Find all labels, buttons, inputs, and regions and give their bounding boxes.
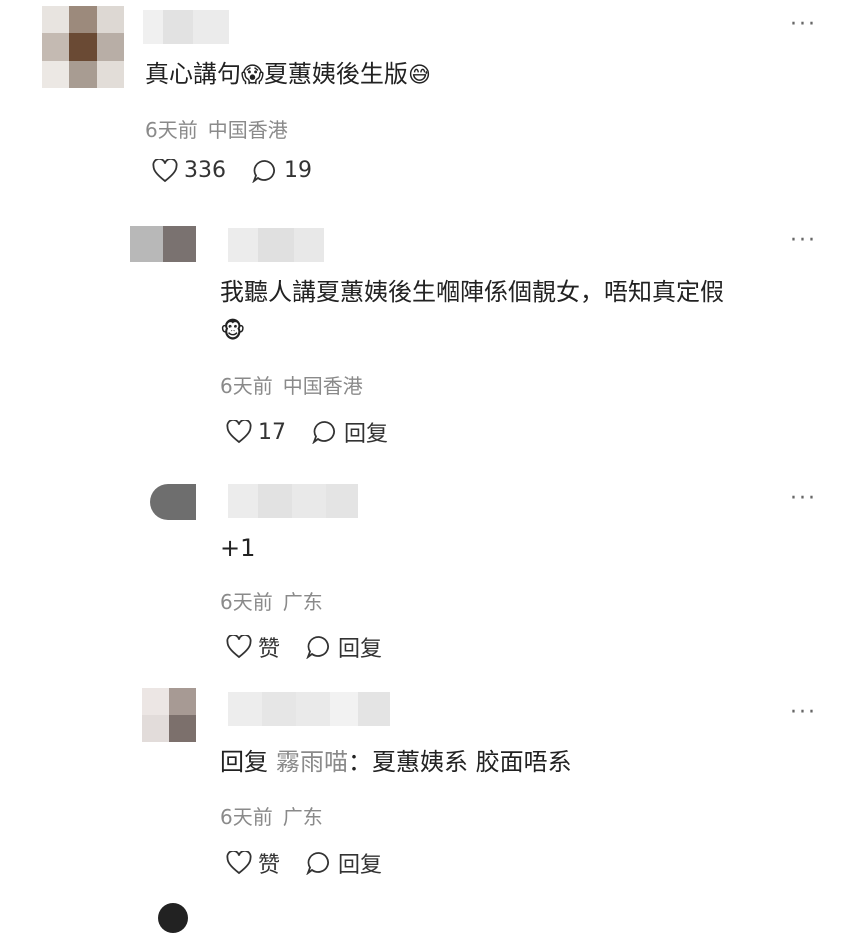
reply-button[interactable]: 回复 — [306, 631, 382, 663]
username[interactable] — [228, 692, 390, 726]
comment-emoji: 🐵 — [220, 312, 245, 350]
comment-bubble-icon — [252, 159, 275, 183]
monkey-emoji-icon: 🐵 — [220, 319, 246, 344]
scream-emoji-icon: 😱 — [241, 63, 264, 88]
comment-button[interactable]: 19 — [252, 158, 312, 183]
more-options-icon[interactable]: ··· — [790, 488, 817, 510]
like-button[interactable]: 336 — [152, 158, 226, 183]
comment-actions: 17 回复 — [226, 416, 388, 448]
location: 中国香港 — [207, 118, 288, 142]
reply-button[interactable]: 回复 — [312, 416, 388, 448]
comment-meta: 6天前 中国香港 — [220, 370, 363, 399]
sweat-smile-emoji-icon: 😅 — [407, 63, 431, 88]
avatar[interactable] — [150, 484, 196, 520]
username[interactable] — [228, 228, 324, 262]
heart-icon — [152, 158, 178, 182]
heart-icon — [226, 635, 252, 659]
avatar[interactable] — [158, 903, 188, 933]
reply-label: 回复 — [338, 853, 383, 878]
location: 中国香港 — [282, 374, 363, 398]
comment-meta: 6天前 广东 — [220, 801, 323, 830]
location: 广东 — [282, 590, 323, 614]
like-label: 赞 — [258, 853, 281, 878]
comment-bubble-icon — [306, 636, 329, 659]
like-button[interactable]: 17 — [226, 420, 286, 445]
timestamp: 6天前 — [220, 374, 273, 398]
comment-text: 我聽人講夏蕙姨後生嗰陣係個靚女，唔知真定假 — [220, 278, 724, 306]
comment-bubble-icon — [306, 852, 329, 875]
heart-icon — [226, 420, 252, 444]
comment-meta: 6天前 广东 — [220, 586, 323, 615]
reply-to-username[interactable]: 霧雨喵 — [276, 748, 348, 776]
comment-actions: 赞 回复 — [226, 847, 382, 879]
comment-text: 回复 霧雨喵：夏蕙姨系 胶面唔系 — [220, 748, 572, 776]
timestamp: 6天前 — [220, 590, 273, 614]
more-options-icon[interactable]: ··· — [790, 14, 817, 36]
comment-actions: 赞 回复 — [226, 631, 382, 663]
comment-bubble-icon — [312, 421, 335, 444]
heart-icon — [226, 851, 252, 875]
reply-button[interactable]: 回复 — [306, 847, 382, 879]
timestamp: 6天前 — [145, 118, 198, 142]
username[interactable] — [143, 10, 229, 44]
comment-actions: 336 19 — [152, 158, 312, 183]
username[interactable] — [228, 484, 358, 518]
comment-meta: 6天前 中国香港 — [145, 114, 288, 143]
comment-text: +1 — [220, 534, 256, 562]
avatar[interactable] — [130, 226, 196, 262]
avatar[interactable] — [142, 688, 196, 742]
more-options-icon[interactable]: ··· — [790, 702, 817, 724]
like-button[interactable]: 赞 — [226, 631, 280, 663]
comment-count: 19 — [284, 158, 312, 183]
reply-prefix: 回复 — [220, 748, 268, 776]
timestamp: 6天前 — [220, 805, 273, 829]
like-count: 336 — [184, 158, 226, 183]
like-count: 17 — [258, 419, 286, 445]
reply-label: 回复 — [338, 637, 383, 662]
like-button[interactable]: 赞 — [226, 847, 280, 879]
comment-text: 真心講句😱夏蕙姨後生版😅 — [145, 60, 431, 88]
location: 广东 — [282, 805, 323, 829]
like-label: 赞 — [258, 637, 281, 662]
avatar[interactable] — [42, 6, 124, 88]
more-options-icon[interactable]: ··· — [790, 230, 817, 252]
reply-label: 回复 — [344, 422, 389, 447]
